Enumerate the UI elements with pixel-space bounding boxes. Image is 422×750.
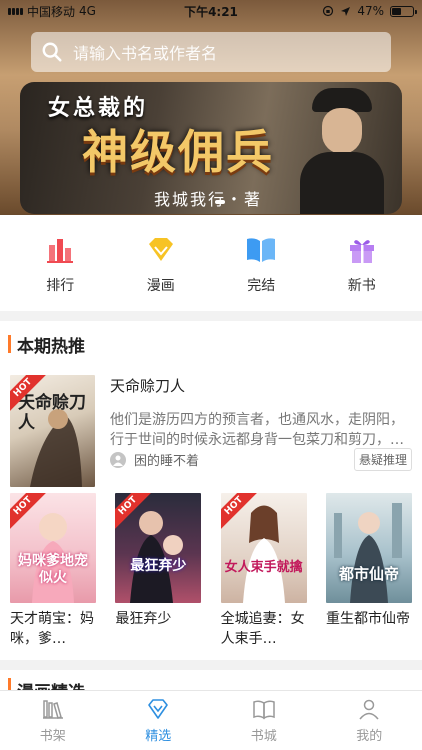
cover-title-text: 天命赊刀人 <box>18 393 86 433</box>
featured-icon <box>148 699 169 719</box>
signal-icon <box>8 7 23 15</box>
book-card[interactable]: 妈咪爹地宠似火 HOT 天才萌宝：妈咪，爹… <box>10 493 96 649</box>
book-card[interactable]: 都市仙帝 重生都市仙帝 <box>325 493 412 649</box>
tab-label: 书架 <box>39 729 66 744</box>
book-card[interactable]: 女人束手就擒 HOT 全城追妻：女人束手… <box>220 493 307 649</box>
genre-tag[interactable]: 悬疑推理 <box>353 448 412 471</box>
book-cover[interactable]: 女人束手就擒 HOT <box>220 493 307 603</box>
category-comics[interactable]: 漫画 <box>121 233 201 311</box>
category-ranking[interactable]: 排行 <box>20 233 100 311</box>
tab-featured[interactable]: 精选 <box>106 691 212 750</box>
book-title: 天才萌宝：妈咪，爹… <box>10 611 94 647</box>
banner-author: 我城我行・著 <box>154 190 263 209</box>
tab-label: 书城 <box>250 729 277 744</box>
clock: 下午4:21 <box>184 4 238 19</box>
category-label: 漫画 <box>146 278 175 294</box>
rotation-lock-icon <box>323 5 334 17</box>
diamond-icon <box>144 233 178 267</box>
category-label: 新书 <box>347 278 376 294</box>
main-content: 排行 漫画 完结 新书 本期热推 天命赊刀人 HOT 天命赊刀人 他们是游历四方… <box>0 215 422 685</box>
category-completed[interactable]: 完结 <box>221 233 301 311</box>
book-cover[interactable]: 天命赊刀人 HOT <box>10 375 95 487</box>
gift-icon <box>345 233 379 267</box>
tab-label: 精选 <box>145 729 172 744</box>
section-accent-bar <box>8 335 11 353</box>
category-label: 完结 <box>247 278 276 294</box>
tab-profile[interactable]: 我的 <box>317 691 422 750</box>
search-placeholder: 请输入书名或作者名 <box>73 44 218 63</box>
search-icon <box>42 42 62 62</box>
book-title: 天命赊刀人 <box>110 377 186 395</box>
banner-character-image <box>290 88 390 214</box>
section-header-comics: 漫画精选 <box>0 660 422 703</box>
book-title: 最狂弃少 <box>115 611 172 627</box>
author-avatar-icon <box>110 451 126 468</box>
category-label: 排行 <box>46 278 75 294</box>
author-name: 困的睡不着 <box>134 454 200 469</box>
tab-label: 我的 <box>356 729 383 744</box>
bookshelf-icon <box>42 700 63 719</box>
tab-bookshelf[interactable]: 书架 <box>0 691 106 750</box>
promo-banner[interactable]: 女总裁的 神级佣兵 我城我行・著 <box>20 82 402 214</box>
book-cover[interactable]: 都市仙帝 <box>325 493 412 603</box>
profile-icon <box>359 699 379 720</box>
cover-title-text: 最狂弃少 <box>130 558 187 574</box>
carrier: 中国移动 <box>27 4 76 19</box>
book-cover[interactable]: 妈咪爹地宠似火 HOT <box>10 493 96 603</box>
tab-bookstore[interactable]: 书城 <box>211 691 317 750</box>
banner-title: 神级佣兵 <box>82 125 274 179</box>
category-row: 排行 漫画 完结 新书 <box>0 215 422 311</box>
network-type: 4G <box>79 4 96 18</box>
book-title: 全城追妻：女人束手… <box>220 611 305 647</box>
bookstore-icon <box>253 700 275 720</box>
category-new-books[interactable]: 新书 <box>322 233 402 311</box>
battery-percent: 47% <box>357 4 384 18</box>
divider <box>0 311 422 321</box>
section-title: 本期热推 <box>17 336 85 357</box>
book-cover[interactable]: 最狂弃少 HOT <box>115 493 202 603</box>
status-bar: 中国移动 4G 下午4:21 47% <box>0 0 422 22</box>
location-icon <box>341 6 351 16</box>
cover-title-text: 都市仙帝 <box>338 565 399 583</box>
bar-chart-icon <box>43 233 77 267</box>
featured-book[interactable]: 天命赊刀人 HOT 天命赊刀人 他们是游历四方的预言者，也通风水，走阴阳，行于世… <box>0 367 422 487</box>
cover-title-text: 女人束手就擒 <box>224 560 303 575</box>
battery-icon <box>390 5 417 17</box>
book-description: 他们是游历四方的预言者，也通风水，走阴阳，行于世间的时候永远都身背一包菜刀和剪刀… <box>110 412 404 448</box>
cover-title-text: 妈咪爹地宠似火 <box>18 553 88 586</box>
open-book-icon <box>244 233 278 267</box>
book-card[interactable]: 最狂弃少 HOT 最狂弃少 <box>115 493 202 649</box>
book-grid: 妈咪爹地宠似火 HOT 天才萌宝：妈咪，爹… 最狂弃少 HOT 最狂弃少 女人束… <box>0 485 422 649</box>
section-header-hot: 本期热推 <box>0 321 422 367</box>
bottom-tab-bar: 书架 精选 书城 我的 <box>0 690 422 750</box>
book-title: 重生都市仙帝 <box>325 611 410 627</box>
banner-page-indicator <box>215 200 225 204</box>
search-input[interactable]: 请输入书名或作者名 <box>31 32 391 72</box>
